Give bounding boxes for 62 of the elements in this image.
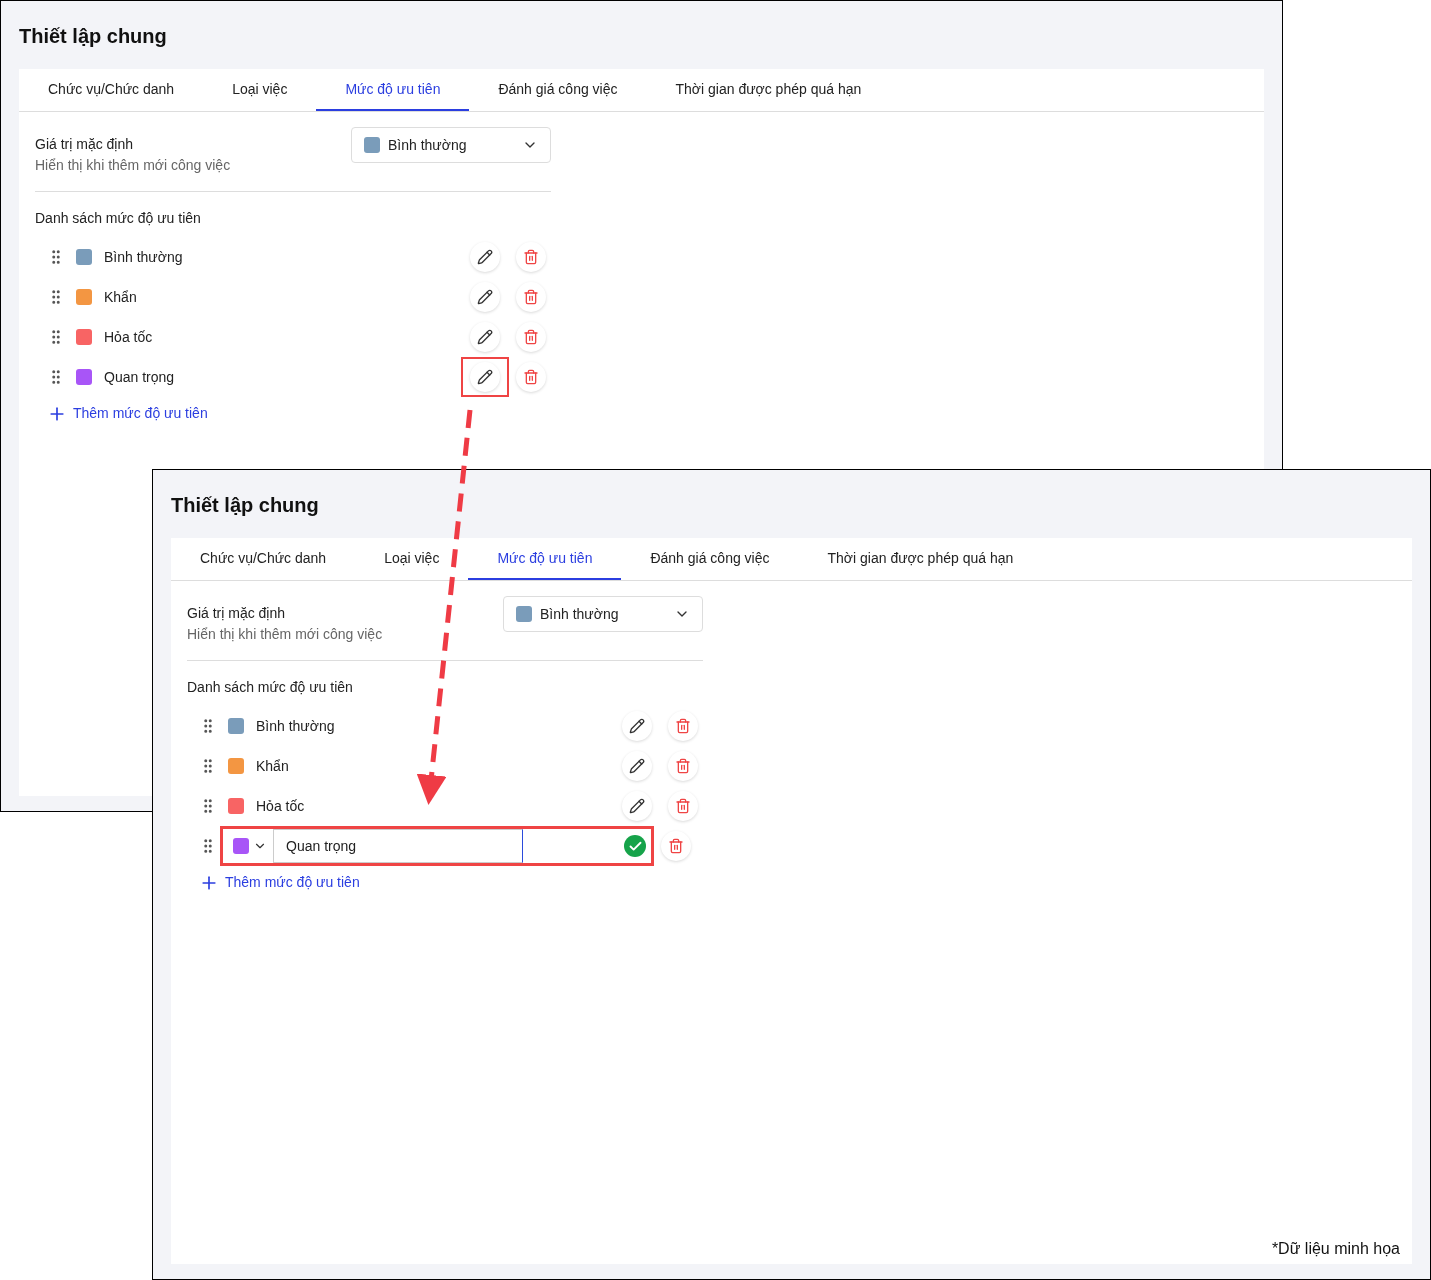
priority-label: Khẩn bbox=[104, 287, 138, 307]
delete-button[interactable] bbox=[661, 831, 691, 861]
list-title: Danh sách mức độ ưu tiên bbox=[35, 209, 202, 228]
add-priority-link[interactable]: Thêm mức độ ưu tiên bbox=[199, 872, 360, 893]
page-title: Thiết lập chung bbox=[170, 493, 320, 518]
trash-icon bbox=[668, 838, 684, 854]
tab[interactable]: Thời gian được phép quá hạn bbox=[798, 538, 1043, 580]
field-hint: Hiển thị khi thêm mới công việc bbox=[35, 156, 231, 175]
confirm-check-icon[interactable] bbox=[624, 835, 646, 857]
edit-button[interactable] bbox=[470, 322, 500, 352]
edit-button[interactable] bbox=[622, 791, 652, 821]
pencil-icon bbox=[629, 758, 645, 774]
illustration-note: *Dữ liệu minh họa bbox=[1271, 1239, 1400, 1259]
pencil-icon bbox=[629, 798, 645, 814]
default-priority-dropdown[interactable]: Bình thường bbox=[503, 596, 703, 632]
name-input-field[interactable]: Quan trọng bbox=[273, 829, 523, 863]
tab[interactable]: Chức vụ/Chức danh bbox=[19, 69, 204, 111]
tab[interactable]: Mức độ ưu tiên bbox=[468, 538, 622, 580]
trash-icon bbox=[523, 329, 539, 345]
field-hint: Hiển thị khi thêm mới công việc bbox=[187, 625, 383, 644]
add-priority-link[interactable]: Thêm mức độ ưu tiên bbox=[47, 403, 208, 424]
pencil-icon bbox=[477, 249, 493, 265]
pencil-icon bbox=[477, 289, 493, 305]
trash-icon bbox=[523, 249, 539, 265]
priority-label: Quan trọng bbox=[104, 367, 176, 387]
delete-button[interactable] bbox=[668, 791, 698, 821]
field-label: Giá trị mặc định bbox=[35, 135, 135, 154]
priority-label: Hỏa tốc bbox=[256, 796, 306, 816]
pencil-icon bbox=[477, 329, 493, 345]
delete-button[interactable] bbox=[516, 242, 546, 272]
pencil-icon bbox=[629, 718, 645, 734]
field-label: Giá trị mặc định bbox=[187, 604, 287, 623]
tab[interactable]: Đánh giá công việc bbox=[469, 69, 647, 111]
edit-button[interactable] bbox=[470, 362, 500, 392]
tab[interactable]: Mức độ ưu tiên bbox=[316, 69, 470, 111]
tab[interactable]: Loại việc bbox=[355, 538, 469, 580]
pencil-icon bbox=[477, 369, 493, 385]
edit-button[interactable] bbox=[470, 282, 500, 312]
priority-label: Hỏa tốc bbox=[104, 327, 154, 347]
trash-icon bbox=[675, 758, 691, 774]
priority-label: Khẩn bbox=[256, 756, 290, 776]
delete-button[interactable] bbox=[516, 362, 546, 392]
trash-icon bbox=[675, 798, 691, 814]
trash-icon bbox=[523, 289, 539, 305]
edit-button[interactable] bbox=[622, 751, 652, 781]
delete-button[interactable] bbox=[668, 751, 698, 781]
tab[interactable]: Loại việc bbox=[203, 69, 317, 111]
default-priority-dropdown[interactable]: Bình thường bbox=[351, 127, 551, 163]
trash-icon bbox=[523, 369, 539, 385]
priority-label: Bình thường bbox=[256, 716, 336, 736]
tab[interactable]: Đánh giá công việc bbox=[621, 538, 799, 580]
edit-button[interactable] bbox=[470, 242, 500, 272]
priority-label: Bình thường bbox=[104, 247, 184, 267]
tab[interactable]: Chức vụ/Chức danh bbox=[171, 538, 356, 580]
delete-button[interactable] bbox=[516, 322, 546, 352]
tab[interactable]: Thời gian được phép quá hạn bbox=[646, 69, 891, 111]
trash-icon bbox=[675, 718, 691, 734]
edit-button[interactable] bbox=[622, 711, 652, 741]
page-title: Thiết lập chung bbox=[18, 24, 168, 49]
delete-button[interactable] bbox=[668, 711, 698, 741]
delete-button[interactable] bbox=[516, 282, 546, 312]
list-title: Danh sách mức độ ưu tiên bbox=[187, 678, 354, 697]
